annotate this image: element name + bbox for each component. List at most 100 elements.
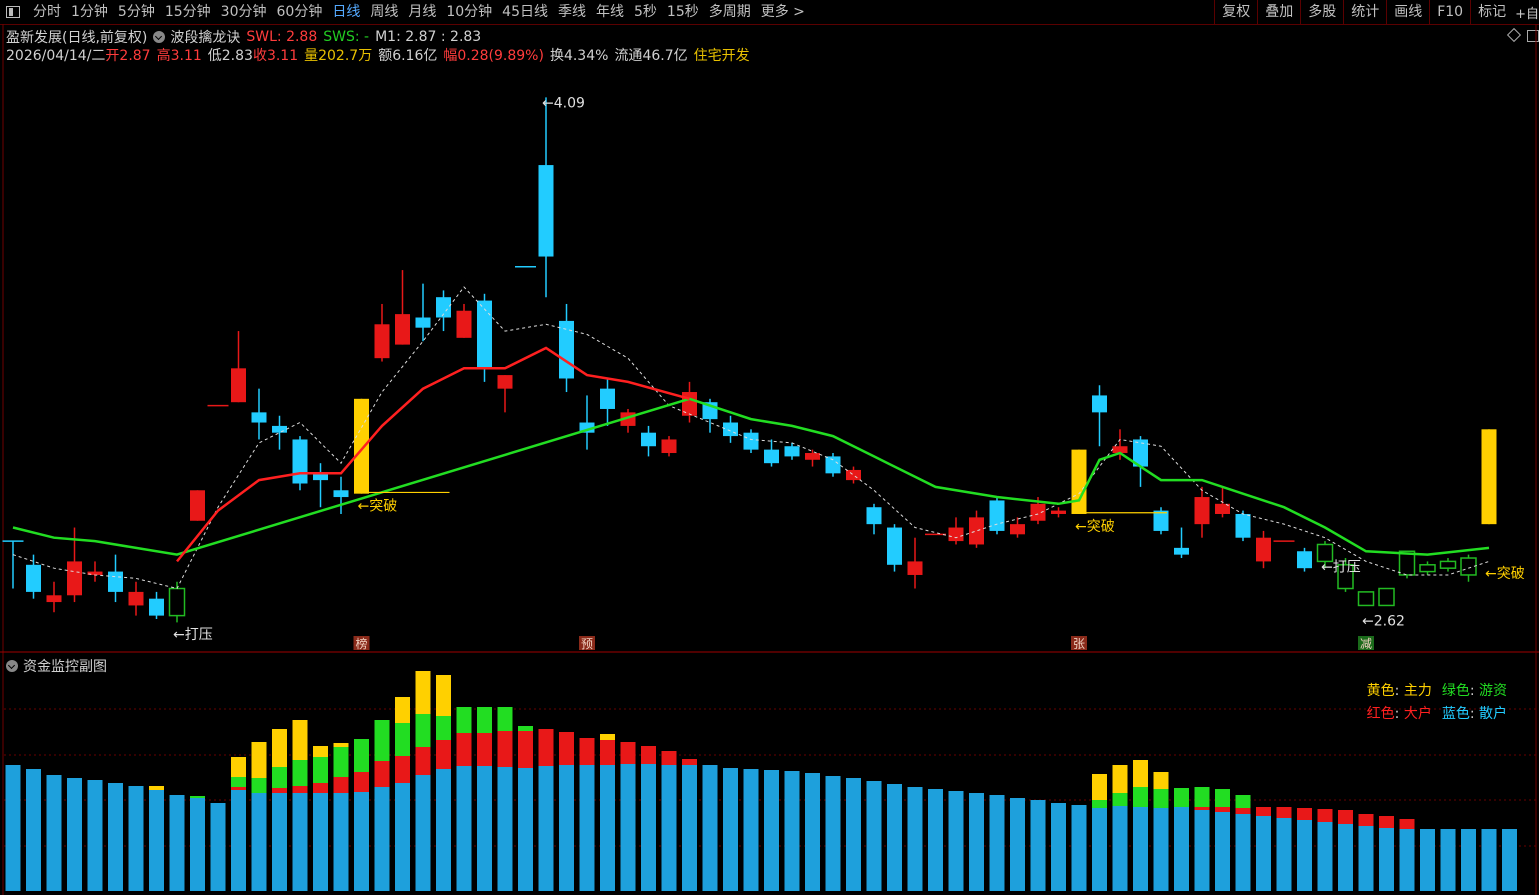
capital-bar-r <box>559 732 574 765</box>
candle-body <box>149 598 164 616</box>
capital-bar-g <box>1133 787 1148 807</box>
capital-bar-b <box>764 770 779 891</box>
capital-bar-y <box>292 720 308 760</box>
period-tab[interactable]: 15秒 <box>662 0 704 24</box>
capital-bar-b <box>1153 808 1169 891</box>
tool-button[interactable]: F10 <box>1429 0 1470 24</box>
capital-bar-g <box>1194 787 1210 807</box>
capital-bar-r <box>477 733 492 766</box>
capital-bar-b <box>1235 814 1251 891</box>
capital-bar-r <box>661 751 677 765</box>
period-tab[interactable]: 年线 <box>591 0 629 24</box>
capital-bar-g <box>313 757 328 783</box>
capital-bar-r <box>436 740 451 769</box>
legend-sep: : <box>1469 706 1479 722</box>
capital-bar-b <box>928 789 943 891</box>
period-tab[interactable]: 5分钟 <box>113 0 160 24</box>
tool-button[interactable]: 多股 <box>1300 0 1343 24</box>
capital-bar-g <box>436 716 451 740</box>
period-tab[interactable]: 45日线 <box>497 0 553 24</box>
capital-bar-r <box>682 759 697 765</box>
period-tab[interactable]: 60分钟 <box>272 0 328 24</box>
period-tab[interactable]: 日线 <box>327 0 365 24</box>
capital-bar-r <box>1194 807 1210 810</box>
capital-bar-b <box>1420 829 1435 891</box>
capital-bar-g <box>251 778 267 793</box>
candle-body <box>1071 449 1087 514</box>
candle-body <box>784 446 800 457</box>
capital-bar-b <box>743 769 759 891</box>
candle-body <box>1297 551 1312 569</box>
period-tabs: 分时 1分钟 5分钟 15分钟 30分钟 60分钟 日线 周线 月线 10分钟 45日线 季线 年线 5秒… <box>0 0 810 24</box>
capital-bar-b <box>5 765 21 891</box>
capital-bar-b <box>149 790 164 891</box>
capital-bar-g <box>1153 789 1169 808</box>
candle-body <box>559 320 574 379</box>
candle-body <box>764 449 779 464</box>
tool-button[interactable]: 统计 <box>1343 0 1386 24</box>
capital-bar-r <box>1256 807 1271 816</box>
window-icon[interactable] <box>6 6 20 18</box>
capital-bar-b <box>190 798 205 891</box>
period-tab[interactable]: 15分钟 <box>160 0 216 24</box>
capital-bar-b <box>1399 829 1415 891</box>
capital-bar-b <box>26 769 41 891</box>
capital-bar-y <box>313 746 328 757</box>
legend-value: 大户 <box>1403 706 1432 722</box>
legend-item: 红色: 大户 <box>1367 706 1432 722</box>
capital-bar-b <box>1194 810 1210 891</box>
candle-body <box>251 412 267 423</box>
capital-bar-y <box>231 757 246 777</box>
add-custom-button[interactable]: +自 <box>1513 3 1539 22</box>
ma-green-line <box>12 397 1490 556</box>
candle-body <box>1378 587 1395 607</box>
capital-bar-r <box>497 731 513 767</box>
candle-body <box>1174 547 1189 555</box>
capital-bar-b <box>846 778 861 891</box>
capital-bar-g <box>272 767 287 788</box>
capital-bar-b <box>866 781 882 891</box>
capital-bar-r <box>415 747 431 775</box>
period-tab[interactable]: 10分钟 <box>441 0 497 24</box>
capital-bar-b <box>559 765 574 891</box>
candle-body <box>456 310 472 338</box>
period-list: 分时 1分钟 5分钟 15分钟 30分钟 60分钟 日线 周线 月线 10分钟 45日线 季线 年线 5秒… <box>28 0 810 24</box>
period-tab[interactable]: 30分钟 <box>216 0 272 24</box>
capital-bar-b <box>169 795 185 891</box>
subchart-dropdown-icon[interactable] <box>6 660 18 672</box>
period-tab[interactable]: 周线 <box>365 0 403 24</box>
kline-chart-area[interactable]: ←突破 ←突破 ←突破 ←打压 ←打压 ←4.09 ←2.62 榜 预 张 减 <box>0 24 1539 895</box>
tool-button[interactable]: 复权 <box>1214 0 1257 24</box>
capital-bar-y <box>395 697 410 723</box>
capital-bar-g <box>374 720 390 761</box>
chart-annotation: ←突破 <box>1075 519 1115 535</box>
legend-value: 游资 <box>1479 683 1507 699</box>
period-tab[interactable]: 1分钟 <box>66 0 113 24</box>
legend-sep: : <box>1469 683 1479 699</box>
period-tab[interactable]: 季线 <box>553 0 591 24</box>
capital-bar-g <box>497 707 513 731</box>
capital-bar-b <box>579 765 595 891</box>
candle-body <box>805 453 820 460</box>
capital-bar-g <box>415 714 431 747</box>
candle-body <box>497 375 513 389</box>
candle-body <box>190 490 205 521</box>
candle-body <box>600 388 615 409</box>
candle-body <box>395 314 410 345</box>
capital-bar-b <box>456 766 472 891</box>
tool-button[interactable]: 叠加 <box>1257 0 1300 24</box>
tool-button[interactable]: 画线 <box>1386 0 1429 24</box>
capital-bar-r <box>518 731 533 768</box>
tool-button[interactable]: 标记 <box>1470 0 1513 24</box>
period-tab[interactable]: 5秒 <box>629 0 662 24</box>
legend-item: 蓝色: 散户 <box>1442 706 1507 722</box>
period-tab[interactable]: 分时 <box>28 0 66 24</box>
capital-bar-b <box>989 795 1005 891</box>
period-tab[interactable]: 月线 <box>403 0 441 24</box>
period-tab[interactable]: 多周期 <box>704 0 756 24</box>
period-tab[interactable]: 更多 > <box>756 0 810 24</box>
capital-bar-y <box>272 729 287 767</box>
capital-bar-b <box>1317 822 1333 891</box>
capital-bar-b <box>415 775 431 891</box>
candle-body <box>354 398 369 494</box>
